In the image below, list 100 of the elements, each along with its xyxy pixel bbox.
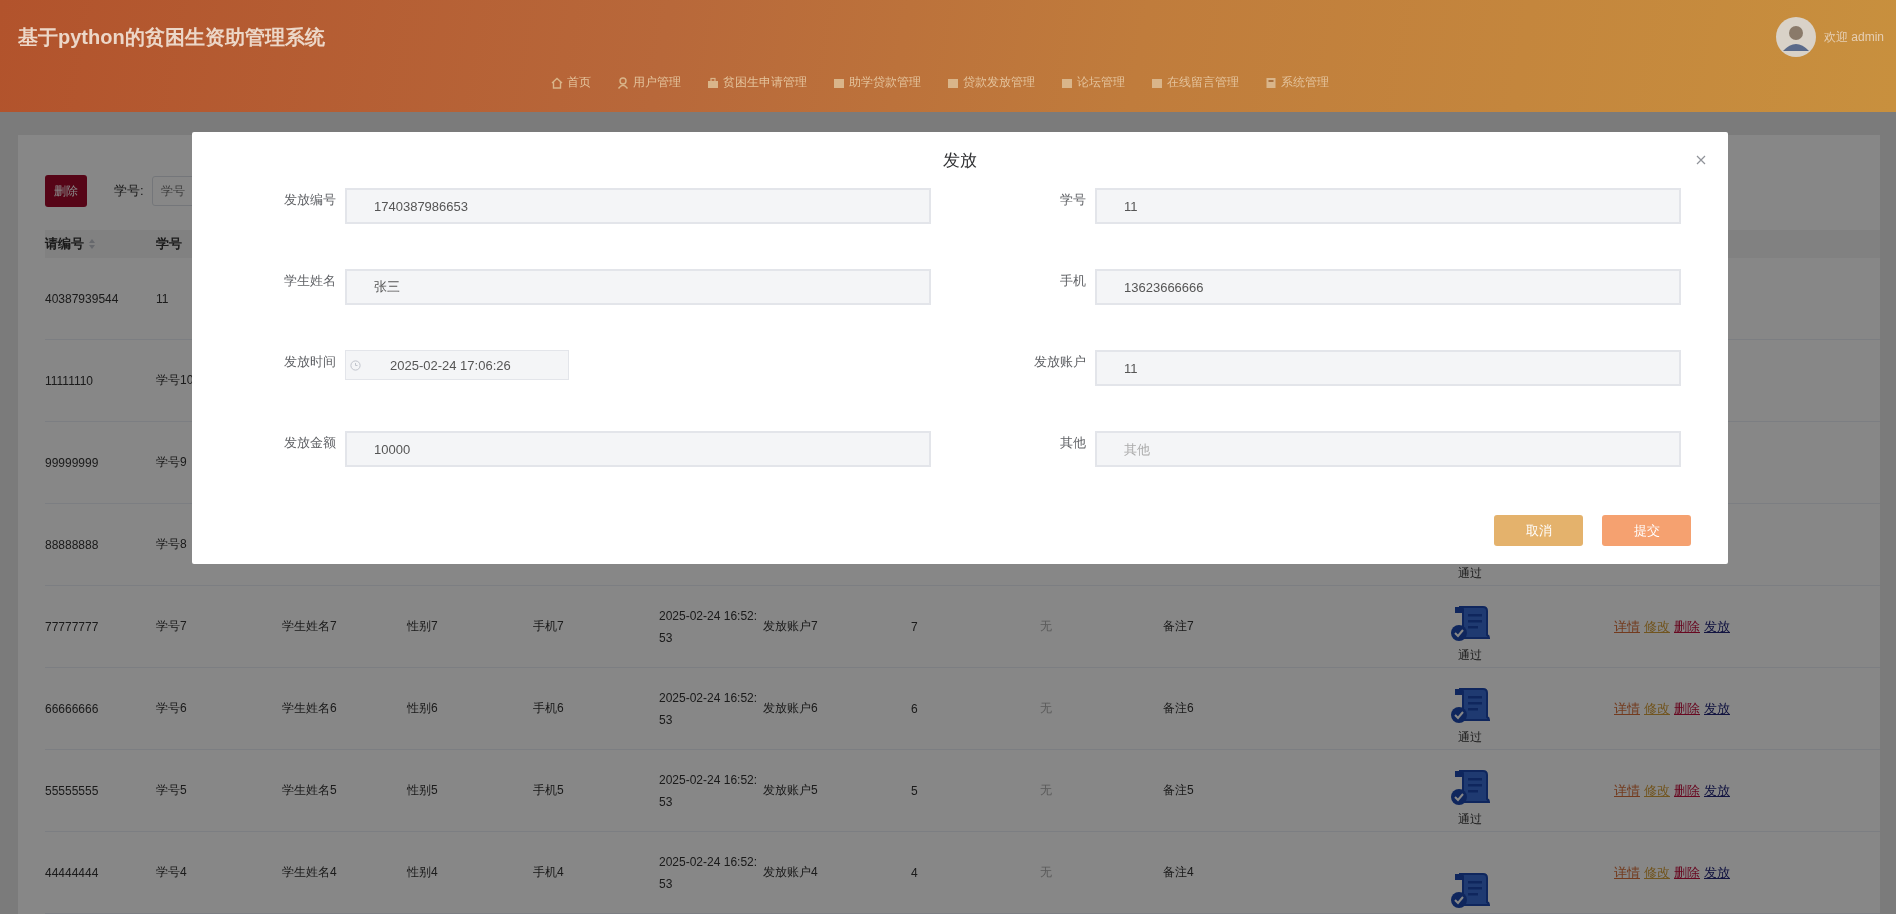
square-icon <box>1061 76 1073 89</box>
gender-cell: 性别5 <box>407 782 438 799</box>
square-icon <box>833 76 845 89</box>
text-field[interactable]: 10000 <box>345 431 931 467</box>
book-icon <box>1265 76 1277 89</box>
nav-link[interactable]: 首页 <box>551 74 591 91</box>
nav-link[interactable]: 贷款发放管理 <box>947 74 1035 91</box>
name-cell: 学生姓名5 <box>282 782 337 799</box>
nav-link[interactable]: 系统管理 <box>1265 74 1329 91</box>
gender-cell: 性别7 <box>407 618 438 635</box>
avatar-icon[interactable] <box>1775 17 1816 57</box>
square-icon <box>947 76 959 89</box>
user-name[interactable]: 欢迎 admin <box>1823 28 1884 46</box>
action-link[interactable]: 删除 <box>1674 781 1700 800</box>
action-link[interactable]: 修改 <box>1644 699 1670 718</box>
remark-cell: 备注6 <box>1163 700 1194 717</box>
remark-cell: 备注5 <box>1163 782 1194 799</box>
action-link[interactable]: 发放 <box>1704 863 1730 882</box>
remark-cell: 备注7 <box>1163 618 1194 635</box>
status-label: 通过 <box>1458 565 1482 582</box>
id-cell: 77777777 <box>45 619 99 634</box>
status-label: 通过 <box>1458 729 1482 746</box>
phone-cell: 手机7 <box>533 618 564 635</box>
name-cell: 学生姓名4 <box>282 864 337 881</box>
action-link[interactable]: 详情 <box>1614 699 1640 718</box>
id-cell: 40387939544 <box>45 291 119 306</box>
nav-link[interactable]: 贫困生申请管理 <box>707 74 807 91</box>
student-number-cell: 11 <box>156 291 169 306</box>
field-label: 学号 <box>1059 191 1087 209</box>
action-link[interactable]: 详情 <box>1614 863 1640 882</box>
amount-cell: 6 <box>911 701 918 716</box>
action-link[interactable]: 详情 <box>1614 781 1640 800</box>
text-field[interactable]: 13623666666 <box>1095 269 1681 305</box>
delete-button[interactable]: 删除 <box>45 175 87 207</box>
nav-link[interactable]: 论坛管理 <box>1061 74 1125 91</box>
action-link[interactable]: 发放 <box>1704 781 1730 800</box>
text-field[interactable]: 1740387986653 <box>345 188 931 224</box>
column-header[interactable]: 学号 <box>156 235 182 253</box>
account-cell: 发放账户6 <box>763 700 818 717</box>
user-icon <box>617 76 629 89</box>
nav-link[interactable]: 助学贷款管理 <box>833 74 921 91</box>
amount-cell: 4 <box>911 865 918 880</box>
id-cell: 88888888 <box>45 537 99 552</box>
student-number-cell: 学号6 <box>156 700 187 717</box>
home-icon <box>551 76 563 89</box>
close-icon[interactable] <box>1696 155 1706 165</box>
field-label: 发放编号 <box>283 191 337 209</box>
column-header[interactable]: 请编号 <box>45 235 96 253</box>
text-field[interactable]: 其他 <box>1095 431 1681 467</box>
search-label: 学号: <box>114 182 144 200</box>
action-link[interactable]: 详情 <box>1614 617 1640 636</box>
student-number-cell: 学号9 <box>156 454 187 471</box>
student-number-cell: 学号8 <box>156 536 187 553</box>
square-icon <box>1151 76 1163 89</box>
clock-icon <box>350 360 361 371</box>
id-cell: 99999999 <box>45 455 99 470</box>
nav-link[interactable]: 在线留言管理 <box>1151 74 1239 91</box>
phone-cell: 手机6 <box>533 700 564 717</box>
action-link[interactable]: 修改 <box>1644 863 1670 882</box>
phone-cell: 手机4 <box>533 864 564 881</box>
name-cell: 学生姓名6 <box>282 700 337 717</box>
amount-cell: 5 <box>911 783 918 798</box>
briefcase-icon <box>707 76 719 89</box>
account-cell: 发放账户4 <box>763 864 818 881</box>
field-label: 发放账户 <box>1033 353 1087 371</box>
field-label: 手机 <box>1059 272 1087 290</box>
status-label: 通过 <box>1458 647 1482 664</box>
time-cell-text: 2025-02-24 16:52:53 <box>659 689 759 729</box>
gender-cell: 性别6 <box>407 700 438 717</box>
time-cell-text: 2025-02-24 16:52:53 <box>659 771 759 811</box>
action-link[interactable]: 删除 <box>1674 863 1700 882</box>
text-field[interactable]: 11 <box>1095 188 1681 224</box>
amount-cell: 7 <box>911 619 918 634</box>
action-link[interactable]: 删除 <box>1674 617 1700 636</box>
field-label: 其他 <box>1059 434 1087 452</box>
account-cell: 发放账户5 <box>763 782 818 799</box>
account-cell: 发放账户7 <box>763 618 818 635</box>
submit-button[interactable]: 提交 <box>1602 515 1691 546</box>
action-link[interactable]: 发放 <box>1704 617 1730 636</box>
nav-link[interactable]: 用户管理 <box>617 74 681 91</box>
id-cell: 66666666 <box>45 701 99 716</box>
id-cell: 44444444 <box>45 865 99 880</box>
status-label: 通过 <box>1458 811 1482 828</box>
cancel-button[interactable]: 取消 <box>1494 515 1583 546</box>
action-link[interactable]: 删除 <box>1674 699 1700 718</box>
id-cell: 55555555 <box>45 783 99 798</box>
field-label: 发放时间 <box>283 353 337 371</box>
action-link[interactable]: 修改 <box>1644 617 1670 636</box>
action-link[interactable]: 发放 <box>1704 699 1730 718</box>
action-link[interactable]: 修改 <box>1644 781 1670 800</box>
text-field[interactable]: 张三 <box>345 269 931 305</box>
date-time-field[interactable]: 2025-02-24 17:06:26 <box>345 350 569 380</box>
gender-cell: 性别4 <box>407 864 438 881</box>
phone-cell: 手机5 <box>533 782 564 799</box>
dialog-title: 发放 <box>943 149 977 172</box>
text-field[interactable]: 11 <box>1095 350 1681 386</box>
time-cell-text: 2025-02-24 16:52:53 <box>659 853 759 893</box>
field-label: 学生姓名 <box>283 272 337 290</box>
time-cell-text: 2025-02-24 16:52:53 <box>659 607 759 647</box>
remark-cell: 备注4 <box>1163 864 1194 881</box>
